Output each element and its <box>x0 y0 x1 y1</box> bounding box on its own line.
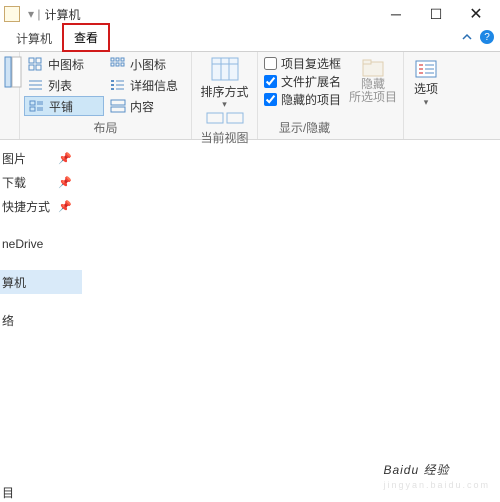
file-view-area[interactable] <box>82 140 500 502</box>
status-bar: 目 <box>0 482 60 502</box>
chk-label: 隐藏的项目 <box>281 91 341 108</box>
current-view-group: 排序方式 ▾ 当前视图 <box>192 52 258 139</box>
pin-icon: 📌 <box>58 200 72 213</box>
layout-tiles[interactable]: 平铺 <box>24 96 104 116</box>
maximize-button[interactable]: ☐ <box>416 2 456 26</box>
layout-label: 平铺 <box>49 98 73 115</box>
hidden-items-toggle[interactable] <box>264 93 277 106</box>
content-area: 图片 📌 下载 📌 快捷方式 📌 neDrive 算机 络 <box>0 140 500 502</box>
pin-icon: 📌 <box>58 152 72 165</box>
pin-icon: 📌 <box>58 176 72 189</box>
sidebar-item-downloads[interactable]: 下载 📌 <box>0 170 82 194</box>
watermark-main: Baidu 经验 <box>383 463 449 477</box>
layout-medium-icons[interactable]: 中图标 <box>24 54 104 74</box>
sort-dropdown-icon[interactable]: ▾ <box>222 99 227 110</box>
layout-list[interactable]: 列表 <box>24 75 104 95</box>
file-extensions-toggle[interactable] <box>264 75 277 88</box>
group-label-layout: 布局 <box>24 117 187 139</box>
layout-label: 小图标 <box>130 56 166 73</box>
nav-pane-group <box>0 52 20 139</box>
sort-label: 排序方式 <box>200 86 248 99</box>
minimize-button[interactable]: ─ <box>376 2 416 26</box>
chk-label: 文件扩展名 <box>281 73 341 90</box>
sidebar-item-computer[interactable]: 算机 <box>0 270 82 294</box>
window-title: 计算机 <box>44 6 80 23</box>
layout-details[interactable]: 详细信息 <box>106 75 186 95</box>
hide-icon <box>361 58 385 78</box>
layout-small-icons[interactable]: 小图标 <box>106 54 186 74</box>
sidebar-item-network[interactable]: 络 <box>0 308 82 332</box>
tab-computer[interactable]: 计算机 <box>6 26 62 51</box>
options-label: 选项 <box>414 80 438 97</box>
sidebar-item-shortcuts[interactable]: 快捷方式 📌 <box>0 194 82 218</box>
tiles-icon <box>29 99 45 113</box>
layout-label: 中图标 <box>48 56 84 73</box>
layout-group: 中图标 小图标 列表 详细信息 平铺 内容 布局 <box>20 52 192 139</box>
group-label-show-hide: 显示/隐藏 <box>262 117 347 139</box>
sort-button[interactable] <box>209 56 241 84</box>
close-button[interactable]: ✕ <box>456 2 496 26</box>
sidebar-item-label: 下载 <box>2 174 26 191</box>
hide-selected-button[interactable]: 隐藏 所选项目 <box>347 54 399 139</box>
sidebar-item-label: 算机 <box>2 274 26 291</box>
sidebar-item-label: 络 <box>2 312 14 329</box>
small-grid-icon <box>110 57 126 71</box>
layout-label: 详细信息 <box>130 77 178 94</box>
minimize-ribbon-icon[interactable] <box>460 30 474 44</box>
sidebar-item-onedrive[interactable]: neDrive <box>0 232 82 256</box>
help-icon[interactable]: ? <box>480 30 494 44</box>
grid-icon <box>28 57 44 71</box>
sidebar-item-pictures[interactable]: 图片 📌 <box>0 146 82 170</box>
content-icon <box>110 99 126 113</box>
options-group: 选项 ▾ <box>404 52 448 139</box>
app-icon <box>4 6 20 22</box>
tab-view[interactable]: 查看 <box>62 23 110 52</box>
hide-label: 隐藏 所选项目 <box>349 78 397 104</box>
sidebar-item-label: 快捷方式 <box>2 198 50 215</box>
ribbon-tabs: 计算机 查看 ? <box>0 28 500 52</box>
status-text: 目 <box>2 484 14 501</box>
watermark: Baidu 经验 jingyan.baidu.com <box>383 457 490 490</box>
sidebar-item-label: 图片 <box>2 150 26 167</box>
window-controls: ─ ☐ ✕ <box>376 2 496 26</box>
add-columns-icon[interactable] <box>205 112 245 127</box>
navigation-sidebar: 图片 📌 下载 📌 快捷方式 📌 neDrive 算机 络 <box>0 140 82 502</box>
details-icon <box>110 78 126 92</box>
watermark-sub: jingyan.baidu.com <box>383 480 490 490</box>
item-checkboxes-toggle[interactable] <box>264 57 277 70</box>
chk-label: 项目复选框 <box>281 55 341 72</box>
options-button[interactable] <box>414 60 438 80</box>
options-dropdown-icon[interactable]: ▾ <box>424 97 429 108</box>
layout-content[interactable]: 内容 <box>106 96 186 116</box>
list-icon <box>28 78 44 92</box>
layout-label: 内容 <box>130 98 154 115</box>
sidebar-item-label: neDrive <box>2 237 43 251</box>
show-hide-group: 项目复选框 文件扩展名 隐藏的项目 显示/隐藏 隐藏 所选项目 <box>258 52 404 139</box>
layout-label: 列表 <box>48 77 72 94</box>
ribbon: 中图标 小图标 列表 详细信息 平铺 内容 布局 排序方式 ▾ 当前视图 项目复… <box>0 52 500 140</box>
title-separator: ▾ | <box>28 7 40 21</box>
